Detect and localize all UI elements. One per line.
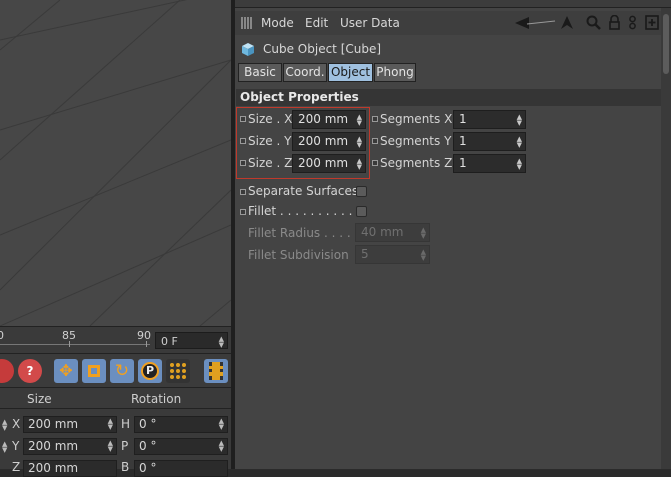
keyframe-dot[interactable]: [372, 116, 378, 122]
panel-top-border: [235, 0, 671, 8]
size-z-value: 200 mm: [28, 461, 79, 475]
keyframe-dot[interactable]: [372, 138, 378, 144]
film-icon[interactable]: [204, 359, 228, 383]
rotation-b-value: 0 °: [139, 461, 157, 475]
size-y-field[interactable]: 200 mm ▲ ▼: [23, 438, 117, 455]
coordinate-manager: Size Rotation ▲ ▼ X 200 mm ▲ ▼ H 0 ° ▲ ▼ ▲ ▼ Y…: [0, 387, 231, 477]
size-y-value: 200 mm: [28, 439, 79, 453]
segments-x-label: Segments X: [380, 112, 453, 126]
pla-grid-icon[interactable]: [166, 359, 190, 383]
keyframe-dot[interactable]: [240, 189, 246, 195]
search-icon[interactable]: [586, 15, 601, 30]
rotation-column-header: Rotation: [131, 392, 182, 406]
current-frame-field[interactable]: 0 F ▲ ▼: [155, 332, 228, 349]
fillet-checkbox[interactable]: [356, 206, 367, 217]
rotation-label: B: [121, 460, 130, 474]
rotation-h-value: 0 °: [139, 417, 157, 431]
parameter-icon[interactable]: P: [138, 359, 162, 383]
rotation-label: H: [121, 417, 131, 431]
highlight-box: [236, 107, 370, 179]
timeline-tick: 0: [0, 329, 4, 342]
keyframe-dot[interactable]: [240, 209, 246, 215]
cube-icon: [242, 43, 254, 56]
rotation-p-value: 0 °: [139, 439, 157, 453]
viewport-grid: [0, 0, 231, 326]
separate-surfaces-checkbox[interactable]: [356, 186, 367, 197]
attribute-menubar: Mode Edit User Data: [235, 11, 661, 35]
rotation-label: P: [121, 439, 129, 453]
tab-phong[interactable]: Phong: [374, 63, 416, 82]
menu-edit[interactable]: Edit: [305, 16, 328, 30]
lock-icon[interactable]: [609, 15, 620, 30]
fillet-label: Fillet . . . . . . . . . . . .: [248, 204, 368, 218]
fillet-radius-input-value: 40 mm: [361, 225, 404, 239]
size-column-header: Size: [27, 392, 52, 406]
scale-icon[interactable]: [82, 359, 106, 383]
rotate-icon[interactable]: ↻: [110, 359, 134, 383]
segments-y-input[interactable]: 1 ▲ ▼: [453, 132, 526, 151]
segments-z-input[interactable]: 1 ▲ ▼: [453, 154, 526, 173]
fillet-subdivision-label: Fillet Subdivision: [248, 248, 349, 262]
viewport[interactable]: [0, 0, 231, 326]
fillet-radius-input[interactable]: 40 mm ▲ ▼: [355, 223, 430, 242]
segments-y-label: Segments Y: [380, 134, 452, 148]
timeline-tick: 90: [137, 329, 151, 342]
timeline-ruler: [0, 344, 150, 345]
axis-label: X: [12, 417, 21, 431]
menu-mode[interactable]: Mode: [261, 16, 294, 30]
scrollbar[interactable]: [661, 8, 671, 469]
timeline-mark: [146, 341, 147, 347]
separate-surfaces-label: Separate Surfaces: [248, 184, 359, 198]
rotation-h-field[interactable]: 0 ° ▲ ▼: [134, 416, 228, 433]
object-header: Cube Object [Cube]: [235, 38, 661, 62]
axis-label: Y: [12, 439, 20, 453]
segments-x-input-value: 1: [459, 112, 467, 126]
move-icon[interactable]: ✥: [54, 359, 78, 383]
fillet-subdivision-input-value: 5: [361, 247, 369, 261]
tab-basic[interactable]: Basic: [238, 63, 282, 82]
size-x-field[interactable]: 200 mm ▲ ▼: [23, 416, 117, 433]
tab-object[interactable]: Object: [328, 63, 373, 82]
record-icon[interactable]: [0, 359, 14, 383]
timeline-mark: [69, 341, 70, 347]
back-arrow-icon[interactable]: [515, 17, 557, 29]
segments-y-input-value: 1: [459, 134, 467, 148]
scrollbar-thumb[interactable]: [663, 14, 669, 74]
link-icon[interactable]: [628, 15, 637, 30]
help-icon[interactable]: ?: [18, 359, 42, 383]
segments-x-input[interactable]: 1 ▲ ▼: [453, 110, 526, 129]
menu-user-data[interactable]: User Data: [340, 16, 400, 30]
size-x-value: 200 mm: [28, 417, 79, 431]
playback-toolbar: ? ✥ ↻ P: [0, 353, 231, 387]
current-frame-value: 0 F: [161, 335, 178, 348]
drag-handle-icon[interactable]: [241, 17, 253, 29]
fillet-radius-label: Fillet Radius . . . . .: [248, 226, 359, 240]
section-header: Object Properties: [236, 89, 661, 106]
object-title: Cube Object [Cube]: [263, 42, 382, 56]
keyframe-dot[interactable]: [372, 160, 378, 166]
fillet-subdivision-input[interactable]: 5 ▲ ▼: [355, 245, 430, 264]
new-panel-icon[interactable]: [645, 15, 659, 30]
axis-label: Z: [12, 460, 21, 474]
forward-arrow-icon[interactable]: [561, 16, 573, 29]
segments-z-input-value: 1: [459, 156, 467, 170]
tab-coord[interactable]: Coord.: [283, 63, 327, 82]
segments-z-label: Segments Z: [380, 156, 453, 170]
rotation-p-field[interactable]: 0 ° ▲ ▼: [134, 438, 228, 455]
timeline[interactable]: 0 85 90 0 F ▲ ▼: [0, 326, 231, 353]
